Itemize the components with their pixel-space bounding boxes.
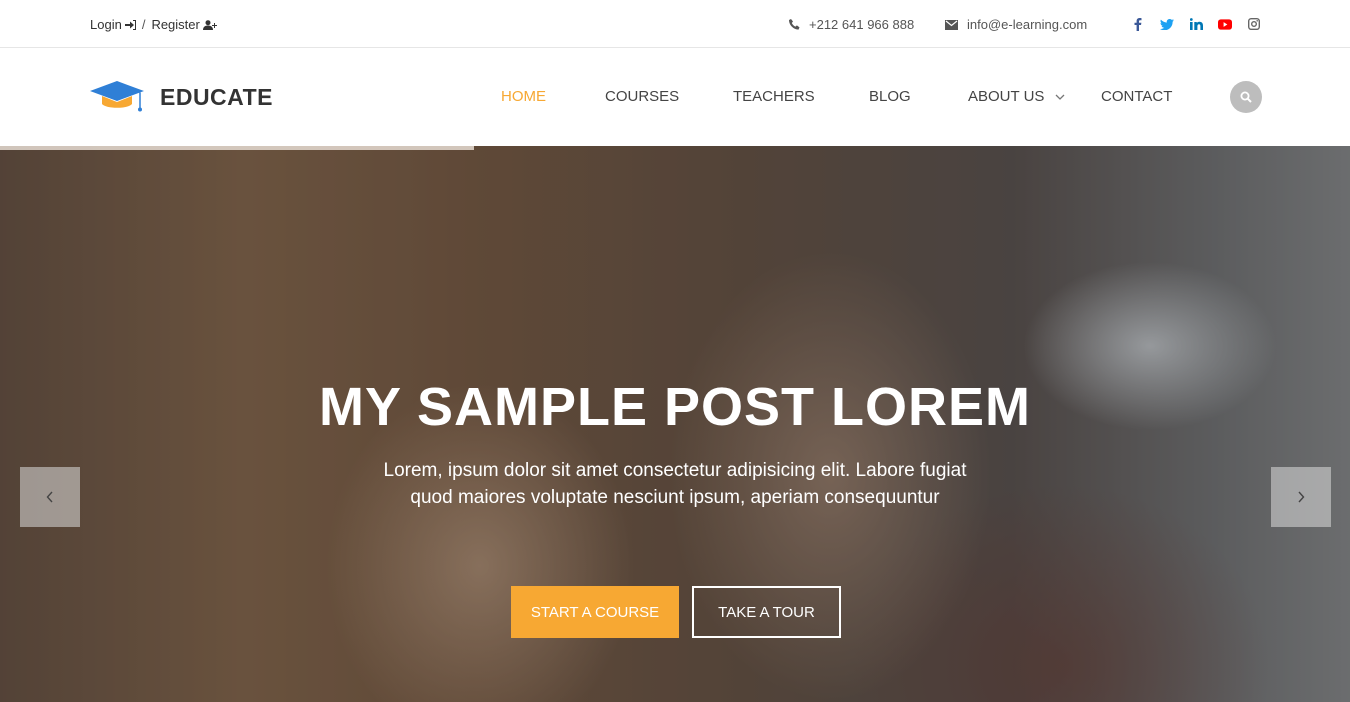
phone-number: +212 641 966 888	[809, 17, 915, 32]
social-links	[1131, 17, 1261, 31]
hero-subtitle-line-1: Lorem, ipsum dolor sit amet consectetur …	[383, 460, 967, 481]
hero-subtitle-line-2: quod maiores voluptate nesciunt ipsum, a…	[410, 487, 940, 508]
sign-in-icon	[124, 19, 136, 30]
auth-links: Login / Register	[90, 17, 217, 32]
register-link[interactable]: Register	[151, 17, 217, 32]
linkedin-icon[interactable]	[1189, 17, 1203, 31]
start-course-button[interactable]: START A COURSE	[511, 586, 679, 638]
envelope-icon	[945, 19, 958, 30]
login-link[interactable]: Login	[90, 17, 136, 32]
user-plus-icon	[202, 19, 217, 30]
take-tour-button[interactable]: TAKE A TOUR	[692, 586, 841, 638]
auth-separator: /	[141, 17, 146, 32]
top-bar: Login / Register +212 641 966 888 info@e…	[0, 0, 1350, 48]
nav-home[interactable]: HOME	[501, 88, 546, 105]
hero-title: MY SAMPLE POST LOREM	[318, 377, 1032, 437]
nav-teachers[interactable]: TEACHERS	[733, 88, 815, 105]
twitter-icon[interactable]	[1160, 17, 1174, 31]
main-header: EDUCATE HOME COURSES TEACHERS BLOG ABOUT…	[0, 48, 1350, 146]
site-logo[interactable]: EDUCATE	[90, 80, 273, 114]
facebook-icon[interactable]	[1131, 17, 1145, 31]
nav-contact[interactable]: CONTACT	[1101, 88, 1172, 105]
nav-about-us[interactable]: ABOUT US	[968, 88, 1044, 105]
slider-progress-bar	[0, 146, 474, 150]
nav-courses[interactable]: COURSES	[605, 88, 679, 105]
email-info: info@e-learning.com	[945, 17, 1087, 32]
phone-info: +212 641 966 888	[789, 17, 914, 32]
chevron-right-icon	[1298, 491, 1305, 503]
login-label: Login	[90, 17, 122, 32]
chevron-down-icon[interactable]	[1055, 92, 1065, 102]
graduation-cap-icon	[90, 81, 144, 112]
nav-blog[interactable]: BLOG	[869, 88, 911, 105]
hero-subtitle: Lorem, ipsum dolor sit amet consectetur …	[320, 457, 1030, 511]
register-label: Register	[151, 17, 200, 32]
email-address: info@e-learning.com	[967, 17, 1088, 32]
youtube-icon[interactable]	[1218, 17, 1232, 31]
hero-slider: MY SAMPLE POST LOREM Lorem, ipsum dolor …	[0, 146, 1350, 702]
slider-next-button[interactable]	[1271, 467, 1331, 527]
search-icon	[1240, 91, 1252, 103]
slider-prev-button[interactable]	[20, 467, 80, 527]
chevron-left-icon	[46, 491, 53, 503]
instagram-icon[interactable]	[1247, 17, 1261, 31]
logo-text: EDUCATE	[160, 83, 273, 110]
phone-icon	[789, 19, 800, 30]
search-button[interactable]	[1230, 81, 1262, 113]
